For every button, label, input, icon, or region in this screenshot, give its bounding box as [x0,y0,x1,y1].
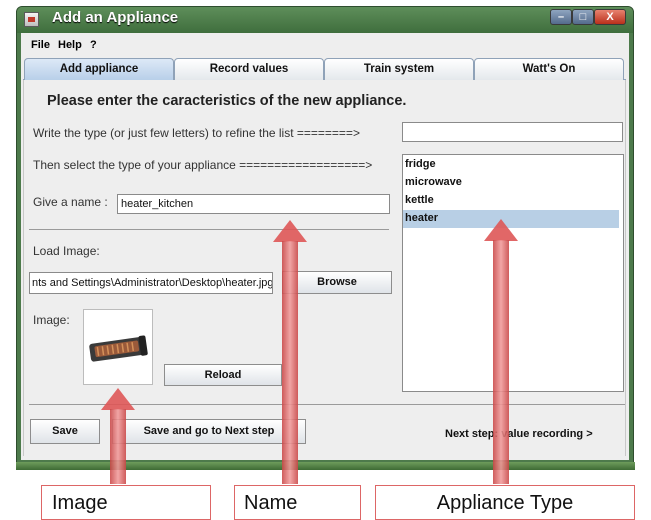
browse-button[interactable]: Browse [282,271,392,294]
type-callout: Appliance Type [375,485,635,520]
minimize-button[interactable]: – [550,9,572,25]
type-filter-input[interactable] [402,122,623,142]
save-and-next-button[interactable]: Save and go to Next step [112,419,306,444]
window-bottom-edge [16,462,635,470]
name-arrow-head [273,220,307,242]
window-title: Add an Appliance [52,9,179,26]
image-path-input[interactable]: nts and Settings\Administrator\Desktop\h… [29,272,273,294]
list-item[interactable]: kettle [403,192,619,210]
list-item[interactable]: fridge [403,156,619,174]
name-callout: Name [234,485,361,520]
maximize-button[interactable]: □ [572,9,594,25]
type-select-label: Then select the type of your appliance =… [33,158,373,172]
tab-record-values[interactable]: Record values [174,58,324,80]
reload-button[interactable]: Reload [164,364,282,386]
menu-file[interactable]: File [31,39,50,51]
menu-bar [21,33,629,55]
name-label: Give a name : [33,195,108,209]
close-button[interactable]: X [594,9,626,25]
image-callout: Image [41,485,211,520]
heater-image [89,335,148,362]
image-arrow-head [101,388,135,410]
menu-about[interactable]: ? [90,39,97,51]
form-separator [29,229,389,230]
image-label: Image: [33,313,70,327]
tab-watts-on[interactable]: Watt's On [474,58,624,80]
image-arrow-shaft [110,409,126,484]
app-icon [24,12,39,27]
load-image-label: Load Image: [33,244,100,258]
tab-add-appliance[interactable]: Add appliance [24,58,174,80]
list-item[interactable]: microwave [403,174,619,192]
next-step-link[interactable]: Next step: value recording > [445,428,593,440]
appliance-name-input[interactable]: heater_kitchen [117,194,390,214]
filter-label: Write the type (or just few letters) to … [33,126,360,140]
tab-train-system[interactable]: Train system [324,58,474,80]
type-arrow-shaft [493,240,509,484]
save-button[interactable]: Save [30,419,100,444]
menu-help[interactable]: Help [58,39,82,51]
appliance-image-preview [83,309,153,385]
name-arrow-shaft [282,241,298,484]
form-heading: Please enter the caracteristics of the n… [47,93,407,109]
type-arrow-head [484,219,518,241]
